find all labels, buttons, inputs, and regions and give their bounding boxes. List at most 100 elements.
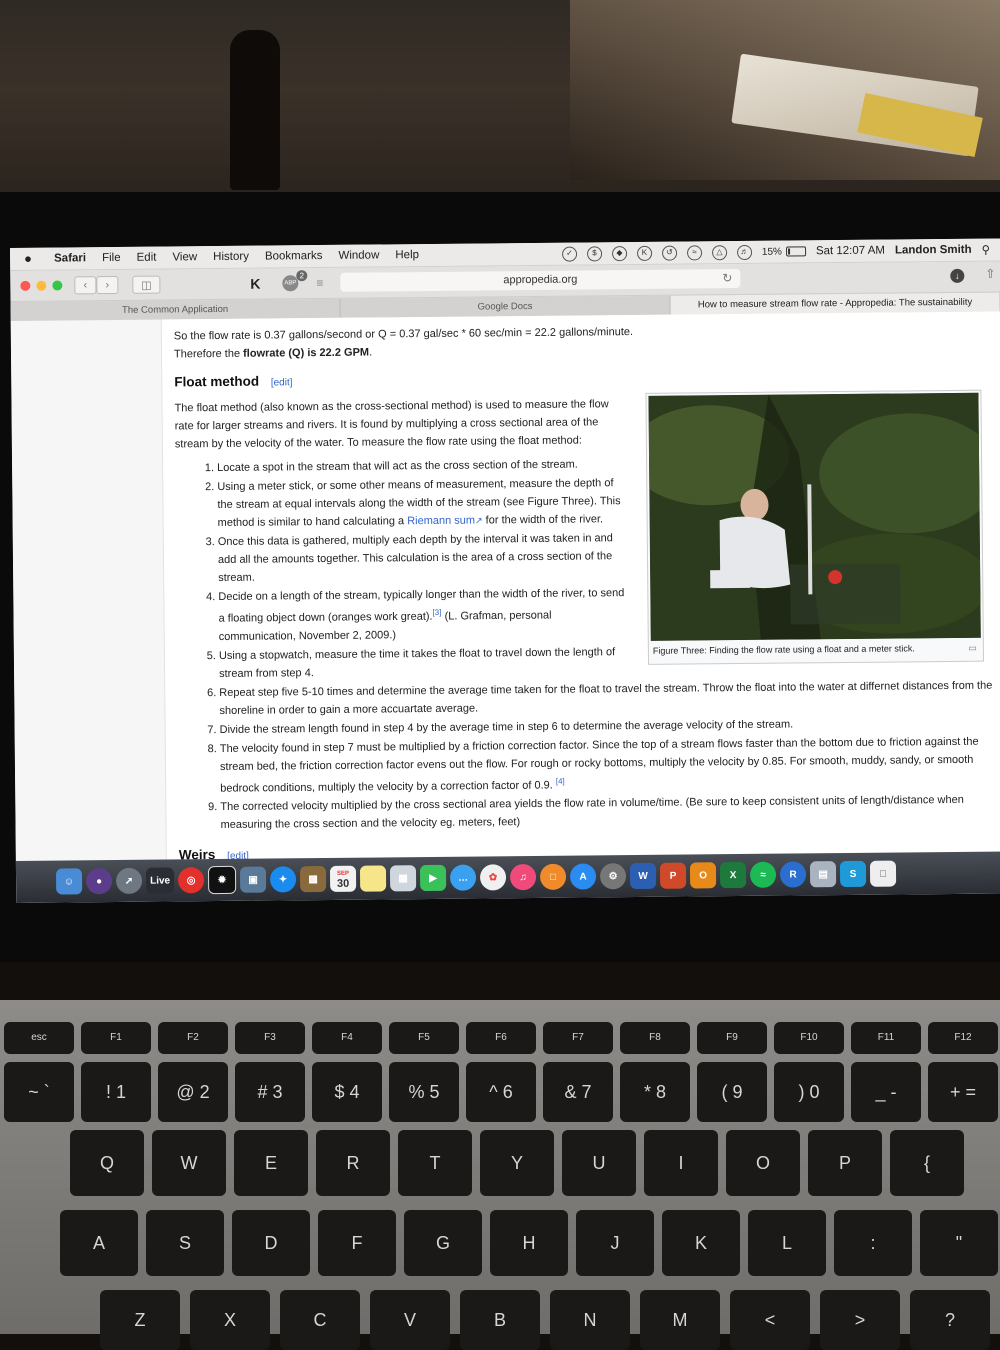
keyboard-key[interactable]: Z [100, 1290, 180, 1350]
keyboard-key[interactable]: H [490, 1210, 568, 1276]
preview-icon[interactable]: ▦ [389, 865, 417, 892]
keyboard-key[interactable]: _ - [851, 1062, 921, 1122]
keyboard-key[interactable]: F11 [851, 1022, 921, 1054]
keyboard-key[interactable]: esc [4, 1022, 74, 1054]
keyboard-key[interactable]: F1 [81, 1022, 151, 1054]
keyboard-key[interactable]: M [640, 1290, 720, 1350]
dollar-icon[interactable]: $ [586, 245, 602, 261]
menu-bookmarks[interactable]: Bookmarks [265, 250, 323, 263]
excel-icon[interactable]: X [719, 861, 747, 889]
keyboard-key[interactable]: { [890, 1130, 964, 1196]
keyboard-key[interactable]: S [146, 1210, 224, 1276]
keyboard-key[interactable]: O [726, 1130, 800, 1196]
menu-window[interactable]: Window [338, 249, 379, 261]
share-icon[interactable]: ⇧ [985, 267, 995, 281]
keyboard-key[interactable]: F5 [389, 1022, 459, 1054]
keyboard-key[interactable]: F7 [543, 1022, 613, 1054]
target-app-icon[interactable]: ◎ [177, 867, 205, 894]
stream-photo[interactable] [648, 392, 981, 641]
keyboard-key[interactable]: F10 [774, 1022, 844, 1054]
keyboard-key[interactable]: + = [928, 1062, 998, 1122]
reader-view-icon[interactable]: ≡ [316, 276, 323, 290]
photos-icon[interactable]: ✿ [479, 864, 507, 891]
user-name[interactable]: Landon Smith [895, 244, 972, 257]
keyboard-key[interactable]: > [820, 1290, 900, 1350]
time-machine-icon[interactable]: ↺ [661, 245, 677, 261]
powerpoint-icon[interactable]: P [659, 862, 687, 889]
word-icon[interactable]: W [629, 862, 657, 890]
menu-file[interactable]: File [102, 252, 121, 264]
keyboard-key[interactable]: N [550, 1290, 630, 1350]
keyboard-key[interactable]: % 5 [389, 1062, 459, 1122]
riemann-sum-link[interactable]: Riemann sum [407, 515, 475, 528]
keyboard-key[interactable]: G [404, 1210, 482, 1276]
live-app-icon[interactable]: Live [145, 867, 175, 894]
volume-icon[interactable]: ♬ [736, 244, 752, 260]
siri-icon[interactable]: ● [85, 868, 113, 895]
orange-o-icon[interactable]: O [689, 862, 717, 889]
clock[interactable]: Sat 12:07 AM [816, 245, 885, 258]
reference-link[interactable]: [3] [432, 608, 441, 617]
keyboard-key[interactable]: X [190, 1290, 270, 1350]
disk-utility-icon[interactable]: ▤ [809, 861, 837, 888]
launchpad-icon[interactable]: ➚ [115, 867, 143, 895]
keyboard-key[interactable]: F12 [928, 1022, 998, 1054]
keyboard-key[interactable]: D [232, 1210, 310, 1276]
messages-icon[interactable]: … [449, 864, 477, 891]
wifi-icon[interactable]: ≈ [686, 244, 702, 261]
forward-button[interactable]: › [96, 275, 119, 295]
menu-help[interactable]: Help [395, 249, 419, 261]
back-button[interactable]: ‹ [74, 276, 97, 295]
zoom-window-button[interactable] [52, 280, 63, 291]
system-preferences-icon[interactable]: ⚙ [599, 863, 627, 890]
keyboard-key[interactable]: J [576, 1210, 654, 1276]
document-icon[interactable]: □ [869, 860, 897, 887]
keyboard-key[interactable]: ) 0 [774, 1062, 844, 1122]
downloads-button[interactable]: ↓ [950, 268, 965, 283]
keyboard-key[interactable]: F6 [466, 1022, 536, 1054]
keyboard-key[interactable]: B [460, 1290, 540, 1350]
battery-indicator[interactable]: 15% [762, 246, 806, 257]
keyboard-key[interactable]: < [730, 1290, 810, 1350]
keyboard-key[interactable]: F8 [620, 1022, 690, 1054]
reference-link[interactable]: [4] [556, 776, 565, 785]
keyboard-key[interactable]: E [234, 1130, 308, 1196]
keyboard-key[interactable]: " [920, 1210, 998, 1276]
keyboard-key[interactable]: R [316, 1130, 390, 1196]
notes-book-icon[interactable]: ▩ [299, 865, 327, 893]
skype-icon[interactable]: S [839, 860, 867, 888]
finder-icon[interactable]: ☺ [55, 868, 83, 895]
extension-k-icon[interactable]: K [246, 275, 264, 293]
keyboard-key[interactable]: C [280, 1290, 360, 1350]
keyboard-key[interactable]: @ 2 [158, 1062, 228, 1122]
keyboard-key[interactable]: W [152, 1130, 226, 1196]
safari-icon[interactable]: ✦ [269, 866, 297, 893]
calendar-icon[interactable]: SEP 30 [329, 865, 357, 892]
keyboard-key[interactable]: ( 9 [697, 1062, 767, 1122]
keyboard-key[interactable]: & 7 [543, 1062, 613, 1122]
keyboard-key[interactable]: ~ ` [4, 1062, 74, 1122]
keyboard-key[interactable]: F3 [235, 1022, 305, 1054]
keyboard-key[interactable]: $ 4 [312, 1062, 382, 1122]
keyboard-key[interactable]: Y [480, 1130, 554, 1196]
stickies-icon[interactable] [359, 865, 387, 892]
menu-history[interactable]: History [213, 251, 249, 263]
keyboard-key[interactable]: I [644, 1130, 718, 1196]
keyboard-key[interactable]: ^ 6 [466, 1062, 536, 1122]
apple-menu-icon[interactable]: ● [24, 251, 38, 266]
sync-icon[interactable]: ✓ [561, 246, 577, 262]
reload-icon[interactable]: ↻ [722, 271, 732, 285]
keyboard-key[interactable]: F4 [312, 1022, 382, 1054]
k-icon[interactable]: K [636, 245, 652, 261]
keyboard-key[interactable]: ? [910, 1290, 990, 1350]
keyboard-key[interactable]: : [834, 1210, 912, 1276]
menu-view[interactable]: View [172, 251, 197, 263]
keyboard-key[interactable]: L [748, 1210, 826, 1276]
dropbox-icon[interactable]: ◆ [611, 245, 627, 261]
minimize-window-button[interactable] [36, 280, 47, 291]
keyboard-key[interactable]: # 3 [235, 1062, 305, 1122]
keyboard-key[interactable]: A [60, 1210, 138, 1276]
keyboard-key[interactable]: Q [70, 1130, 144, 1196]
photo-booth-icon[interactable]: ▣ [239, 866, 267, 893]
enlarge-icon[interactable]: ▭ [968, 643, 977, 654]
